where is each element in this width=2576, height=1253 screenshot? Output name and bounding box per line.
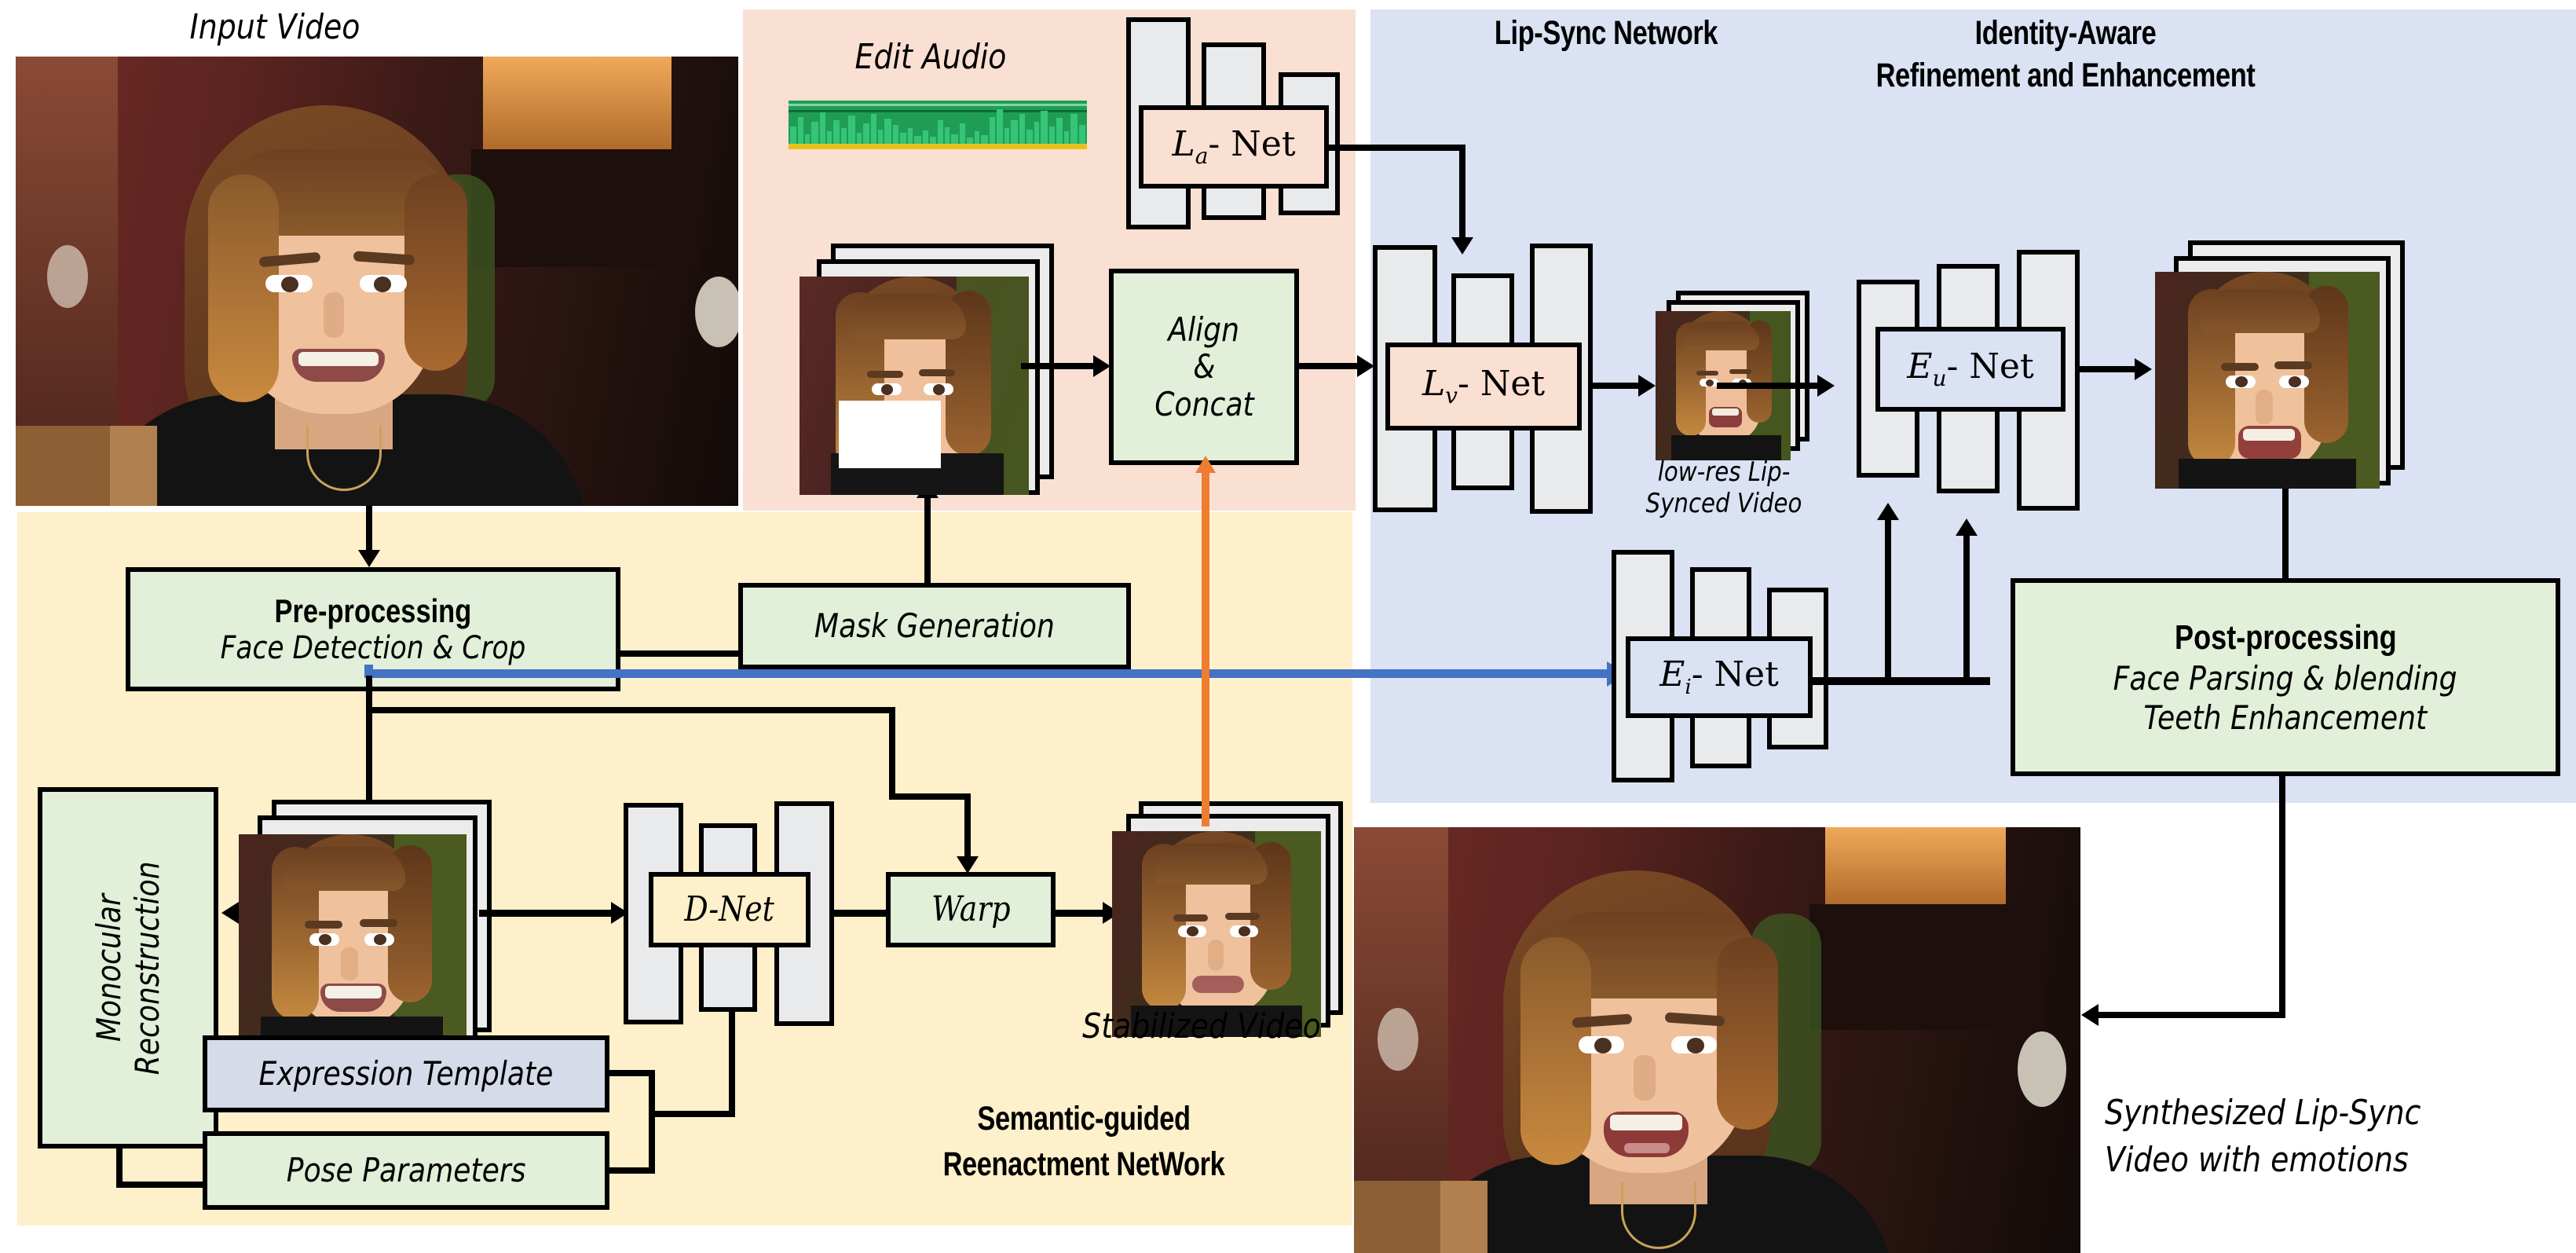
edge-preprocess-branch-h (366, 707, 895, 713)
la-net-label: La- Net (1172, 123, 1296, 169)
edge-mask-to-masked-frames (924, 493, 931, 586)
edge-la-to-lv-v (1459, 145, 1465, 244)
audio-waveform (789, 101, 1087, 149)
d-net-label: D-Net (684, 889, 775, 930)
postprocessing-line3: Teeth Enhancement (2143, 698, 2428, 737)
input-video-frame (16, 57, 738, 506)
panel-title-identity-line2: Refinement and Enhancement (1875, 57, 2256, 94)
edge-branch-to-warp (964, 793, 971, 863)
masked-frames-stack (793, 236, 1060, 495)
edge-lowres-to-eu (1717, 383, 1825, 389)
arrowhead-lv-left (1357, 355, 1374, 377)
enhanced-face-frame (2155, 272, 2380, 489)
caption-stabilized-video: Stabilized Video (1082, 1006, 1321, 1046)
edge-enhanced-to-post (2282, 489, 2289, 581)
edge-align-to-lv (1297, 363, 1367, 369)
enhanced-frames-stack (2150, 236, 2410, 495)
arrowhead-eu-left (1817, 375, 1835, 397)
preprocessing-subtitle: Face Detection & Crop (220, 630, 526, 667)
caption-lowres-line1: low-res Lip- (1657, 456, 1791, 488)
monocular-line1: Monocular (89, 893, 128, 1042)
block-align-concat[interactable]: Align & Concat (1109, 269, 1299, 465)
arrowhead-align-bottom (1195, 456, 1216, 473)
panel-title-reenactment-line2: Reenactment NetWork (942, 1145, 1225, 1183)
monocular-line2: Reconstruction (128, 861, 166, 1075)
caption-edit-audio: Edit Audio (854, 37, 1007, 77)
block-postprocessing[interactable]: Post-processing Face Parsing & blending … (2011, 578, 2560, 776)
edge-crop-to-dnet (479, 910, 620, 917)
panel-title-identity-line1: Identity-Aware (1974, 14, 2157, 52)
lowres-frames-stack (1652, 291, 1833, 471)
edge-monocular-to-pose-h (116, 1182, 209, 1188)
arrowhead-enhanced (2135, 358, 2152, 380)
mask-generation-label: Mask Generation (814, 606, 1056, 646)
edge-bus-vertical (649, 1070, 655, 1174)
mouth-mask-rect (839, 401, 941, 468)
edge-post-to-synth-h (2097, 1012, 2285, 1018)
expression-template-label: Expression Template (258, 1054, 554, 1094)
synthesized-video-frame (1354, 827, 2080, 1253)
edge-ei-to-eu-v1 (1885, 518, 1891, 680)
caption-synth-line1: Synthesized Lip-Sync (2105, 1093, 2421, 1133)
block-ei-net[interactable]: Ei- Net (1626, 636, 1813, 718)
arrowhead-lv-top (1451, 237, 1473, 255)
edge-post-to-synth-v (2279, 776, 2285, 1018)
block-monocular-reconstruction[interactable]: Monocular Reconstruction (38, 787, 218, 1149)
edge-input-to-preprocess (366, 506, 372, 551)
block-d-net[interactable]: D-Net (649, 872, 810, 947)
postprocessing-line2: Face Parsing & blending (2113, 659, 2457, 698)
arrowhead-warp-top (957, 856, 979, 874)
align-concat-line3: Concat (1154, 384, 1254, 423)
block-warp[interactable]: Warp (886, 872, 1056, 947)
block-pose-parameters[interactable]: Pose Parameters (203, 1131, 609, 1210)
edge-ei-to-eu-v2 (1963, 534, 1970, 680)
panel-title-lip-sync: Lip-Sync Network (1494, 14, 1718, 52)
eu-net-label: Eu- Net (1907, 346, 2034, 391)
caption-synth-line2: Video with emotions (2105, 1140, 2409, 1180)
panel-title-reenactment-line1: Semantic-guided (977, 1100, 1191, 1138)
warp-label: Warp (931, 889, 1011, 930)
arrowhead-preprocess (358, 550, 380, 567)
edge-bus-to-dnet-h (649, 1111, 735, 1117)
preprocessing-title: Pre-processing (274, 592, 472, 629)
ei-net-label: Ei- Net (1659, 654, 1779, 699)
edge-preprocess-to-ei-h (364, 669, 1612, 678)
arrowhead-synth-video (2081, 1004, 2098, 1026)
lv-net-label: Lv- Net (1422, 363, 1546, 409)
edge-la-to-lv-h (1327, 145, 1465, 151)
align-concat-line2: & (1192, 347, 1216, 387)
edge-preprocess-branch-down (889, 707, 895, 800)
caption-input-video: Input Video (189, 7, 360, 47)
edge-branch-h-to-warp (889, 793, 969, 800)
block-eu-net[interactable]: Eu- Net (1875, 327, 2066, 412)
caption-lowres-line2: Synced Video (1645, 488, 1802, 519)
arrowhead-align-left (1093, 355, 1111, 377)
block-mask-generation[interactable]: Mask Generation (738, 583, 1131, 669)
arrowhead-eu-skip1 (1877, 503, 1899, 520)
figure-canvas: Lip-Sync Network Identity-Aware Refineme… (0, 0, 2576, 1253)
block-lv-net[interactable]: Lv- Net (1385, 343, 1582, 430)
masked-face-frame (800, 277, 1029, 495)
postprocessing-title: Post-processing (2174, 617, 2397, 657)
cropped-face-frame (239, 834, 467, 1051)
edge-stabilized-to-align (1202, 471, 1209, 826)
edge-preprocess-to-mask-h (617, 650, 743, 657)
align-concat-line1: Align (1168, 310, 1240, 349)
arrowhead-eu-skip2 (1956, 518, 1978, 536)
edge-masked-to-align (1021, 363, 1101, 369)
block-expression-template[interactable]: Expression Template (203, 1035, 609, 1112)
pose-parameters-label: Pose Parameters (286, 1151, 526, 1190)
block-la-net[interactable]: La- Net (1139, 105, 1329, 189)
cropped-frames-stack (236, 800, 510, 1051)
